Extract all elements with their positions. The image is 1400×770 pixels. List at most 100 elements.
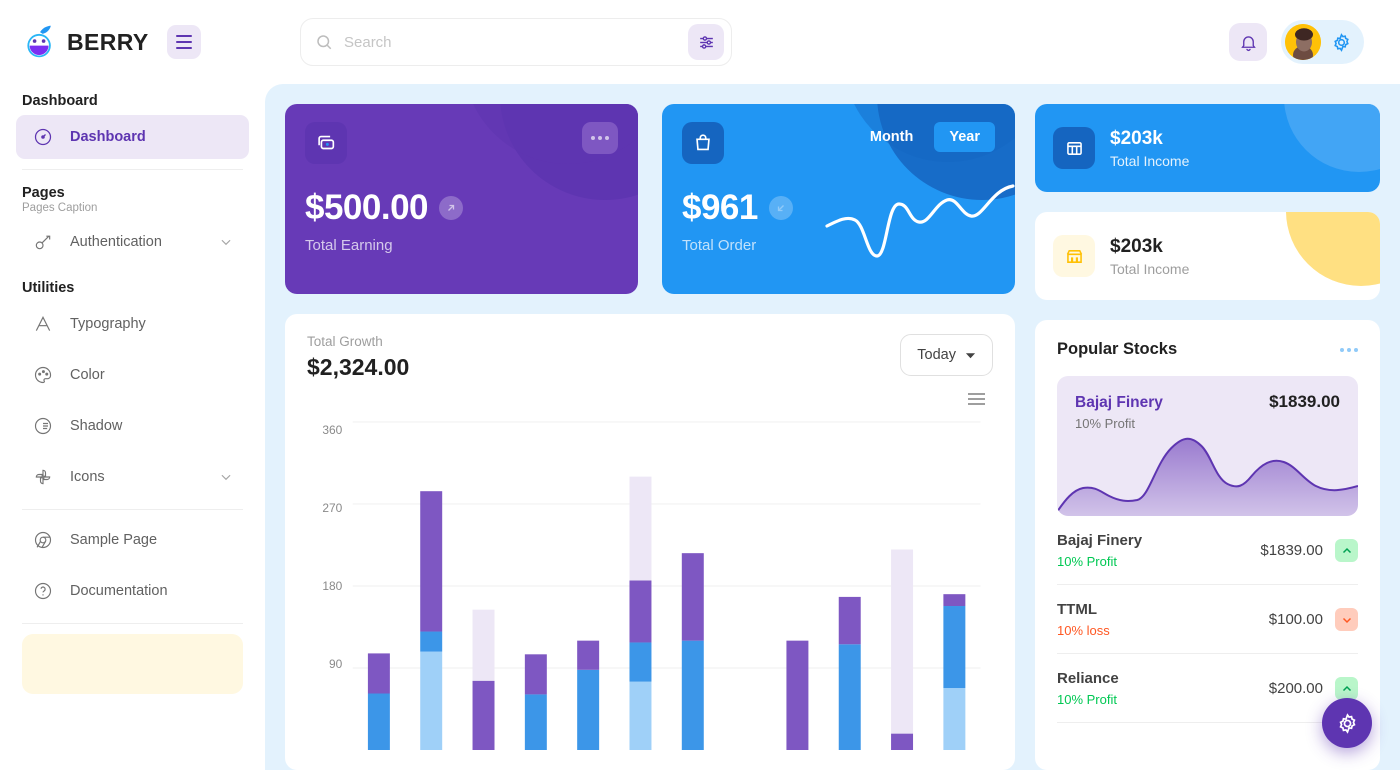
chart-bar-segment[interactable]: [629, 681, 652, 750]
chart-bar-segment[interactable]: [838, 596, 861, 645]
total-income-secondary-card[interactable]: $203k Total Income: [1035, 212, 1380, 300]
stock-name: Reliance: [1057, 670, 1119, 687]
chart-bar-segment[interactable]: [367, 693, 390, 751]
sidebar-item-sample-page[interactable]: Sample Page: [16, 518, 249, 562]
growth-period-select[interactable]: Today: [900, 334, 993, 376]
order-range-year-button[interactable]: Year: [934, 122, 995, 152]
hamburger-menu-icon-line: [968, 403, 985, 405]
total-earning-value: $500.00: [305, 188, 429, 227]
total-income-primary-card[interactable]: $203k Total Income: [1035, 104, 1380, 192]
sidebar-item-color[interactable]: Color: [16, 353, 249, 397]
chart-bar-segment[interactable]: [629, 476, 652, 581]
settings-fab-button[interactable]: [1322, 698, 1372, 748]
decorative-circle: [1286, 212, 1380, 286]
chart-bar-segment[interactable]: [524, 654, 547, 695]
chart-bar-segment[interactable]: [524, 694, 547, 750]
hamburger-icon-line: [175, 35, 192, 37]
sliders-icon: [699, 35, 713, 49]
decorative-circle: [1284, 104, 1380, 172]
search-input[interactable]: [333, 33, 688, 51]
logo[interactable]: BERRY: [22, 24, 149, 60]
chart-bar-segment[interactable]: [577, 669, 600, 750]
table-icon: [1053, 127, 1095, 169]
featured-stock-card[interactable]: Bajaj Finery $1839.00 10% Profit: [1057, 376, 1358, 516]
growth-period-value: Today: [917, 347, 956, 363]
notifications-button[interactable]: [1229, 23, 1267, 61]
sidebar-item-icons[interactable]: Icons: [16, 455, 249, 499]
main-right-column: $203k Total Income $203k Total Income Po…: [1035, 104, 1380, 770]
sidebar-item-typography[interactable]: Typography: [16, 302, 249, 346]
earning-card-menu-button[interactable]: [582, 122, 618, 154]
sidebar-navigation: Dashboard Dashboard Pages Pages Caption …: [0, 84, 265, 770]
growth-chart-svg: [307, 411, 993, 750]
stock-change: 10% Profit: [1057, 692, 1117, 707]
popular-stocks-menu-button[interactable]: [1340, 347, 1358, 352]
chart-bar-segment[interactable]: [420, 491, 443, 632]
chevron-up-icon: [1335, 539, 1358, 562]
chart-bar-segment[interactable]: [891, 733, 914, 750]
search-box[interactable]: [300, 18, 732, 66]
more-horizontal-icon-dot: [605, 136, 609, 140]
chart-bar-segment[interactable]: [943, 594, 966, 607]
gear-icon[interactable]: [1331, 32, 1352, 53]
chevron-down-icon: [965, 352, 976, 358]
sidebar-upgrade-card[interactable]: [22, 634, 243, 694]
palette-icon: [32, 365, 53, 386]
order-range-toggle[interactable]: Month Year: [855, 122, 995, 152]
hamburger-menu-icon-line: [968, 398, 985, 400]
chart-bar-segment[interactable]: [472, 680, 495, 750]
chart-bar-segment[interactable]: [681, 640, 704, 750]
stock-list-item[interactable]: Bajaj Finery 10% Profit $1839.00: [1057, 516, 1358, 585]
stock-list-item[interactable]: Reliance 10% Profit $200.00: [1057, 654, 1358, 723]
chart-bar-segment[interactable]: [786, 640, 809, 750]
total-order-card[interactable]: Month Year $961 Total Order: [662, 104, 1015, 294]
stock-price: $200.00: [1268, 680, 1323, 697]
more-horizontal-icon-dot: [1347, 347, 1351, 352]
chart-bar-segment[interactable]: [420, 651, 443, 750]
chart-bar-segment[interactable]: [891, 549, 914, 734]
chart-bar-segment[interactable]: [629, 580, 652, 643]
hamburger-icon-line: [175, 41, 192, 43]
order-range-month-button[interactable]: Month: [855, 122, 928, 152]
chart-bar-segment[interactable]: [472, 609, 495, 681]
stock-list-item[interactable]: TTML 10% loss $100.00: [1057, 585, 1358, 654]
chart-bar-segment[interactable]: [681, 553, 704, 641]
sidebar-group-caption: Utilities: [22, 280, 75, 296]
profile-menu-button[interactable]: [1281, 20, 1364, 64]
popular-stocks-card: Popular Stocks Bajaj Finery $1839.00 10%…: [1035, 320, 1380, 770]
stacked-bar-chart: 90 180 270 360: [307, 411, 993, 750]
total-earning-card[interactable]: $500.00 Total Earning: [285, 104, 638, 294]
sidebar-toggle-button[interactable]: [166, 25, 201, 59]
gear-icon: [1338, 712, 1356, 734]
main-left-column: $500.00 Total Earning Month Year $961 To…: [285, 104, 1015, 770]
chart-bar-segment[interactable]: [943, 606, 966, 689]
sidebar-divider: [22, 623, 243, 624]
chart-bar-segment[interactable]: [943, 688, 966, 750]
chart-menu-button[interactable]: [968, 393, 985, 405]
sidebar-item-label: Icons: [70, 469, 105, 485]
hamburger-menu-icon-line: [968, 393, 985, 395]
chart-bar-segment[interactable]: [420, 631, 443, 652]
chart-bar-segment[interactable]: [367, 653, 390, 694]
sidebar-item-documentation[interactable]: Documentation: [16, 569, 249, 613]
sidebar-item-dashboard[interactable]: Dashboard: [16, 115, 249, 159]
chrome-icon: [32, 530, 53, 551]
user-avatar-icon: [1285, 24, 1321, 60]
key-icon: [32, 232, 53, 253]
chart-bar-segment[interactable]: [629, 642, 652, 682]
chart-bar-segment[interactable]: [838, 644, 861, 750]
search-filter-button[interactable]: [688, 24, 724, 60]
sidebar-item-shadow[interactable]: Shadow: [16, 404, 249, 448]
sidebar-divider: [22, 169, 243, 170]
total-order-value: $961: [682, 188, 758, 227]
stock-price: $1839.00: [1260, 542, 1323, 559]
sidebar-item-authentication[interactable]: Authentication: [16, 220, 249, 264]
total-growth-card: Total Growth $2,324.00 Today 90 180 270 …: [285, 314, 1015, 770]
question-circle-icon: [32, 581, 53, 602]
growth-subtitle: Total Growth: [307, 334, 383, 349]
total-order-label: Total Order: [682, 237, 757, 254]
featured-stock-name: Bajaj Finery: [1075, 394, 1163, 411]
chart-bar-segment[interactable]: [577, 640, 600, 670]
header-actions: [1229, 20, 1400, 64]
dashboard-icon: [32, 127, 53, 148]
